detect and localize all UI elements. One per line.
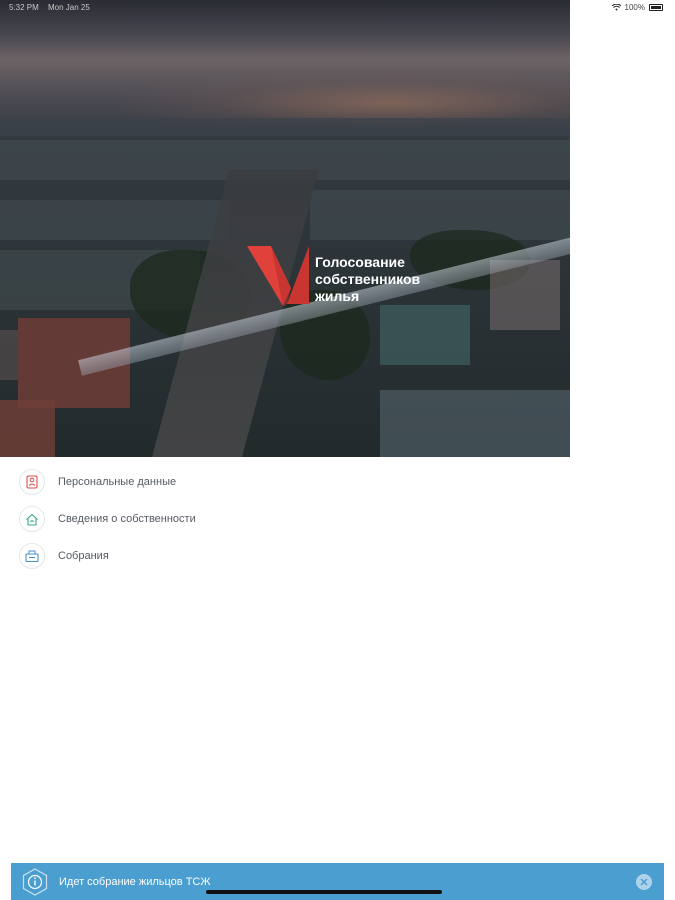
menu-item-meetings[interactable]: Собрания — [19, 540, 109, 572]
menu-item-label: Собрания — [58, 550, 109, 562]
app-title-line-3: жилья — [315, 288, 360, 304]
notification-text: Идет собрание жильцов ТСЖ — [59, 876, 211, 888]
app-logo-icon — [247, 246, 309, 306]
battery-icon — [649, 4, 663, 11]
app-title-line-2: собственников — [315, 271, 421, 287]
status-bar: 5:32 PM Mon Jan 25 100% — [0, 0, 675, 16]
close-icon[interactable] — [636, 874, 652, 890]
app-title-line-1: Голосование — [315, 254, 405, 270]
house-icon — [19, 506, 45, 532]
menu-item-label: Персональные данные — [58, 476, 177, 488]
status-date: Mon Jan 25 — [48, 3, 90, 12]
menu-item-label: Сведения о собственности — [58, 513, 196, 525]
app-title: Голосование собственников жилья — [315, 254, 465, 305]
menu-item-property-info[interactable]: Сведения о собственности — [19, 503, 196, 535]
meeting-notification-bar[interactable]: Идет собрание жильцов ТСЖ — [11, 863, 664, 900]
ballot-box-icon — [19, 543, 45, 569]
menu-panel: Персональные данные Сведения о собственн… — [11, 461, 664, 861]
status-indicators: 100% — [611, 3, 663, 12]
menu-item-personal-data[interactable]: Персональные данные — [19, 466, 176, 498]
home-indicator[interactable] — [206, 890, 442, 894]
hero-background-image — [0, 0, 570, 457]
info-icon — [22, 868, 48, 896]
id-card-icon — [19, 469, 45, 495]
status-time: 5:32 PM — [9, 3, 39, 12]
battery-percent: 100% — [624, 3, 645, 12]
wifi-icon — [611, 4, 621, 11]
